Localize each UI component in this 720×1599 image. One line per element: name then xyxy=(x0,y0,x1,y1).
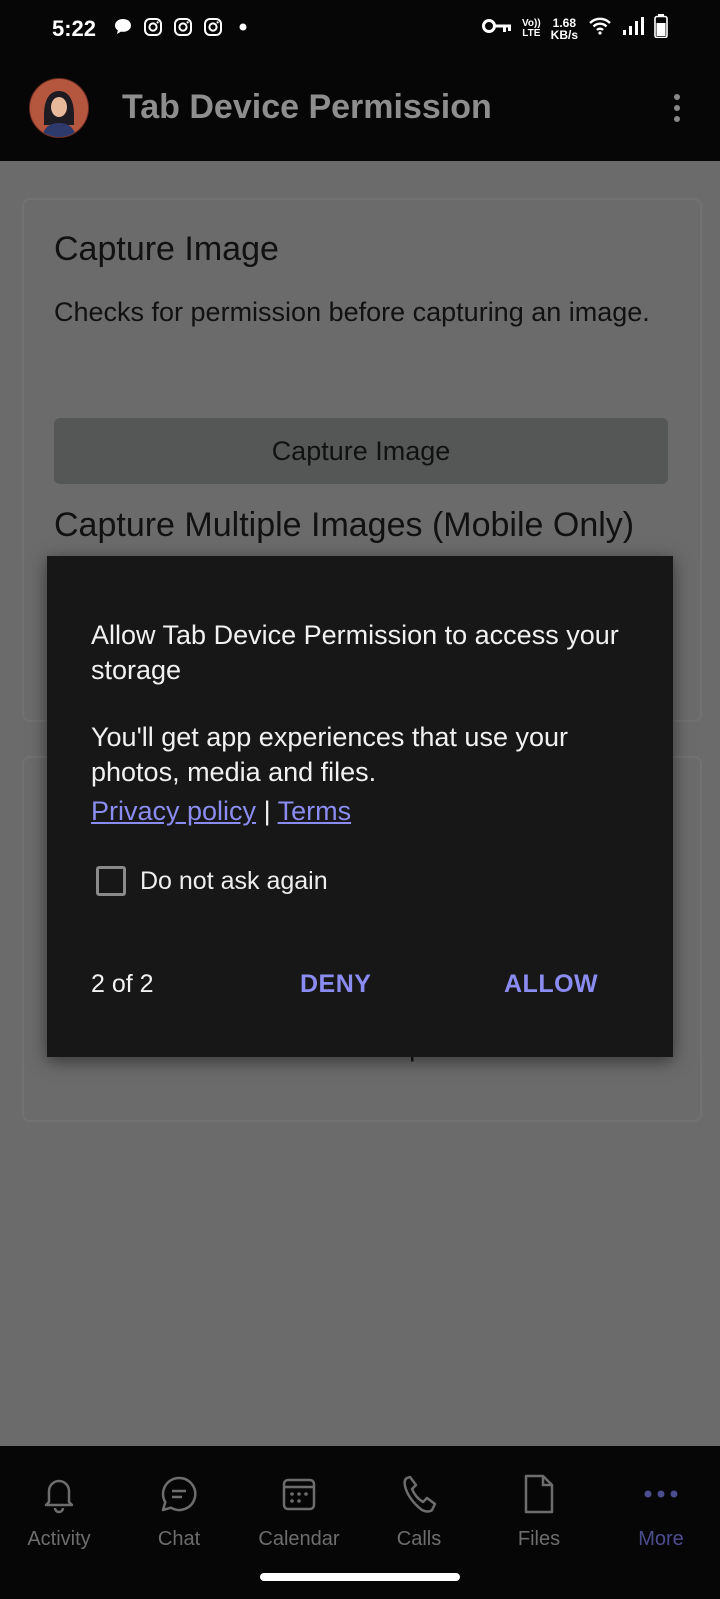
card-title: Capture Image xyxy=(54,230,279,268)
page-count: 2 of 2 xyxy=(91,970,154,998)
nav-item-chat[interactable]: Chat xyxy=(124,1472,234,1551)
avatar[interactable] xyxy=(29,78,89,138)
overflow-menu-icon[interactable] xyxy=(672,92,682,124)
nav-label: Files xyxy=(517,1528,561,1550)
deny-button[interactable]: DENY xyxy=(300,970,371,999)
system-icons: Vo)) LTE 1.68 KB/s xyxy=(481,14,668,43)
dot-icon xyxy=(232,16,254,38)
status-time: 5:22 xyxy=(52,16,97,41)
nav-item-activity[interactable]: Activity xyxy=(4,1472,114,1551)
notification-icons xyxy=(112,16,254,38)
phone-icon xyxy=(364,1472,474,1516)
vpn-key-icon xyxy=(481,18,512,39)
file-icon xyxy=(484,1472,594,1516)
volte-indicator: Vo)) LTE xyxy=(521,17,541,39)
do-not-ask-checkbox[interactable] xyxy=(96,866,126,896)
nav-label: More xyxy=(638,1528,684,1550)
wifi-icon xyxy=(588,16,612,41)
permission-dialog: Allow Tab Device Permission to access yo… xyxy=(47,556,673,1057)
dialog-links: Privacy policy | Terms xyxy=(91,796,351,827)
more-dots-icon xyxy=(606,1472,716,1516)
network-speed: 1.68 KB/s xyxy=(550,15,578,42)
nav-item-files[interactable]: Files xyxy=(484,1472,594,1551)
card-description: Checks for permission before capturing a… xyxy=(54,297,650,327)
chat-bubble-icon xyxy=(112,16,134,38)
nav-item-calls[interactable]: Calls xyxy=(364,1472,474,1551)
instagram-icon xyxy=(172,16,194,38)
terms-link[interactable]: Terms xyxy=(278,796,352,826)
link-separator: | xyxy=(263,796,271,826)
nav-item-calendar[interactable]: Calendar xyxy=(244,1472,354,1551)
nav-label: Chat xyxy=(157,1528,201,1550)
privacy-policy-link[interactable]: Privacy policy xyxy=(91,796,256,826)
battery-icon xyxy=(654,14,668,43)
instagram-icon xyxy=(202,16,224,38)
allow-button[interactable]: ALLOW xyxy=(504,970,598,999)
app-title: Tab Device Permission xyxy=(122,88,492,126)
nav-label: Calendar xyxy=(258,1528,340,1550)
instagram-icon xyxy=(142,16,164,38)
app-bar: Tab Device Permission xyxy=(0,58,720,161)
dialog-body: You'll get app experiences that use your… xyxy=(91,722,568,787)
nav-label: Calls xyxy=(396,1528,442,1550)
do-not-ask-row[interactable]: Do not ask again xyxy=(96,866,328,896)
capture-multiple-title: Capture Multiple Images (Mobile Only) xyxy=(54,506,635,544)
status-bar: 5:22 Vo)) LTE 1.68 KB/s xyxy=(0,0,720,58)
chat-icon xyxy=(124,1472,234,1516)
signal-icon xyxy=(622,16,644,41)
home-indicator[interactable] xyxy=(260,1573,460,1581)
calendar-icon xyxy=(244,1472,354,1516)
nav-item-more[interactable]: More xyxy=(606,1472,716,1551)
capture-image-button[interactable]: Capture Image xyxy=(54,418,668,484)
do-not-ask-label: Do not ask again xyxy=(140,866,328,895)
bell-icon xyxy=(4,1472,114,1516)
dialog-message: Allow Tab Device Permission to access yo… xyxy=(91,620,619,685)
nav-label: Activity xyxy=(27,1528,91,1550)
